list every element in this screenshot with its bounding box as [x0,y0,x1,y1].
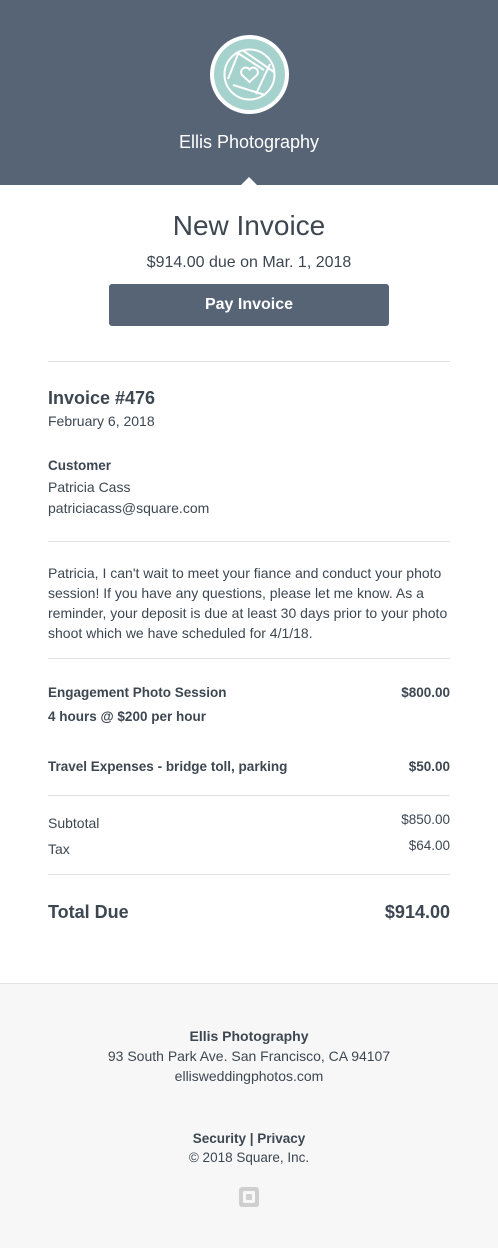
camera-aperture-heart-icon [214,39,285,110]
business-name: Ellis Photography [178,132,320,152]
pay-invoice-button[interactable]: Pay Invoice [109,284,389,326]
header-pointer [240,177,258,186]
subtotal-value: $850.00 [401,812,450,827]
divider [48,658,450,659]
invoice-number: Invoice #476 [48,388,156,408]
amount-due-line: $914.00 due on Mar. 1, 2018 [146,254,352,271]
tax-value: $64.00 [408,838,450,853]
customer-label: Customer [48,458,112,473]
total-due-value: $914.00 [384,902,450,922]
legal-links: Security | Privacy [0,1131,498,1146]
divider [48,795,450,796]
customer-name: Patricia Cass [48,479,131,495]
line-item-amount: $800.00 [401,685,450,700]
copyright: © 2018 Square, Inc. [188,1150,310,1165]
page-title: New Invoice [172,210,326,241]
invoice-header: Ellis Photography [0,0,498,186]
divider [48,361,450,362]
tax-label: Tax [48,841,70,857]
invoice-message: Patricia, I can't wait to meet your fian… [48,565,448,641]
security-link[interactable]: Security [193,1131,246,1146]
line-item-name: Engagement Photo Session [48,685,227,700]
business-logo [210,35,289,114]
total-due-label: Total Due [48,902,129,922]
footer-business-name: Ellis Photography [189,1028,309,1044]
invoice-date: February 6, 2018 [48,413,155,429]
divider [48,874,450,875]
line-item-detail: 4 hours @ $200 per hour [48,709,206,724]
privacy-link[interactable]: Privacy [257,1131,305,1146]
customer-email: patriciacass@square.com [48,500,210,516]
square-logo-icon [239,1187,259,1207]
divider [48,541,450,542]
legal-separator: | [245,1131,258,1146]
page-footer [0,983,498,1248]
subtotal-label: Subtotal [48,815,100,831]
line-item-amount: $50.00 [408,759,450,774]
footer-address: 93 South Park Ave. San Francisco, CA 941… [107,1048,391,1064]
line-item-name: Travel Expenses - bridge toll, parking [48,759,288,774]
footer-website-link[interactable]: elliswedding​photos.com [0,1068,498,1084]
